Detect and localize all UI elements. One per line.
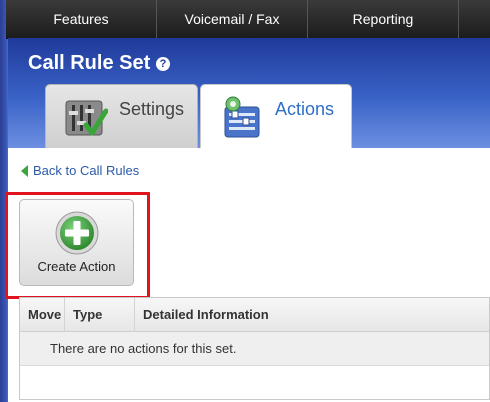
create-action-button[interactable]: Create Action bbox=[19, 199, 134, 286]
tab-settings-label: Settings bbox=[119, 99, 185, 119]
column-header-detailed-information[interactable]: Detailed Information bbox=[135, 298, 489, 331]
settings-sliders-icon bbox=[65, 100, 108, 136]
plus-icon bbox=[55, 211, 99, 255]
page-title: Call Rule Set bbox=[28, 52, 151, 74]
nav-more[interactable] bbox=[459, 0, 490, 38]
table-empty-message: There are no actions for this set. bbox=[20, 332, 489, 366]
nav-reporting[interactable]: Reporting bbox=[308, 0, 459, 38]
nav-features[interactable]: Features bbox=[6, 0, 157, 38]
nav-voicemail-fax[interactable]: Voicemail / Fax bbox=[157, 0, 308, 38]
page-header: Call Rule Set ? Settings Actions bbox=[8, 38, 490, 150]
help-icon[interactable]: ? bbox=[156, 57, 170, 71]
back-link-label: Back to Call Rules bbox=[33, 163, 140, 178]
column-header-type[interactable]: Type bbox=[65, 298, 135, 331]
actions-table: Move Type Detailed Information There are… bbox=[19, 297, 490, 400]
top-navigation: Features Voicemail / Fax Reporting bbox=[6, 0, 490, 39]
create-action-label: Create Action bbox=[37, 259, 116, 274]
table-header: Move Type Detailed Information bbox=[20, 298, 489, 332]
tab-settings[interactable]: Settings bbox=[45, 84, 198, 148]
back-arrow-icon bbox=[21, 164, 28, 177]
tab-actions-label: Actions bbox=[275, 99, 335, 119]
back-to-call-rules-link[interactable]: Back to Call Rules bbox=[21, 163, 139, 178]
column-header-move[interactable]: Move bbox=[20, 298, 65, 331]
actions-icon bbox=[224, 96, 260, 138]
content-panel: Back to Call Rules Create Action Move Ty… bbox=[5, 148, 490, 402]
tab-actions[interactable]: Actions bbox=[200, 84, 352, 150]
